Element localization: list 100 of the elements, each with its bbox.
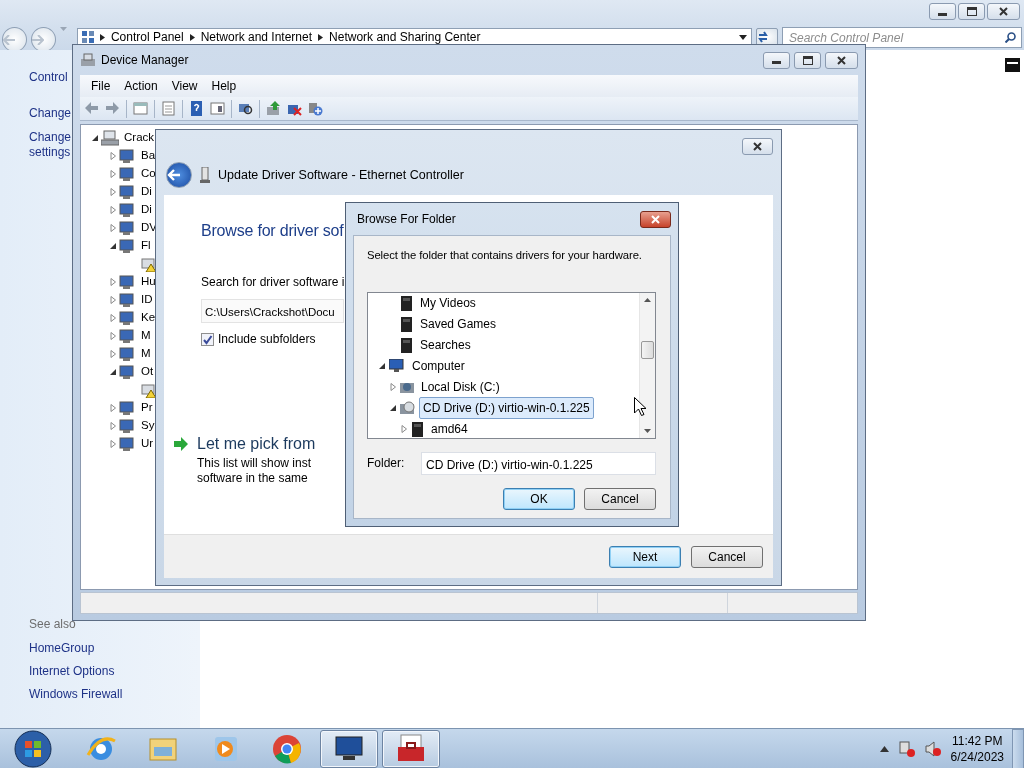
scrollbar[interactable]	[639, 292, 655, 438]
breadcrumb-link[interactable]: Network and Sharing Center	[329, 28, 481, 46]
sidebar-link[interactable]: Change settings	[29, 130, 73, 160]
clock-date[interactable]: 6/24/2023	[950, 748, 1004, 765]
tree-item[interactable]: Saved Games	[416, 313, 501, 336]
search-field[interactable]: Search Control Panel	[782, 27, 1022, 48]
expanded-arrow-icon[interactable]	[109, 242, 117, 250]
scroll-up-icon[interactable]	[644, 297, 651, 302]
collapsed-arrow-icon[interactable]	[109, 206, 117, 214]
tree-item[interactable]: CD Drive (D:) virtio-win-0.1.225	[419, 397, 594, 420]
show-hidden-icons[interactable]	[879, 745, 889, 752]
collapsed-arrow-icon[interactable]	[109, 422, 117, 430]
collapsed-arrow-icon[interactable]	[109, 188, 117, 196]
tree-item[interactable]: Ba	[141, 147, 156, 165]
dropdown-arrow-icon[interactable]	[739, 34, 748, 40]
scan-icon[interactable]	[238, 101, 253, 116]
tree-item[interactable]: My Videos	[416, 292, 480, 315]
arrow-icon	[173, 437, 189, 451]
tree-item[interactable]: Sy	[141, 417, 155, 435]
ok-button[interactable]: OK	[503, 487, 575, 510]
windows-logo-icon	[14, 729, 52, 768]
collapsed-arrow-icon[interactable]	[109, 224, 117, 232]
tree-item[interactable]: Fl	[141, 237, 151, 255]
tree-item[interactable]: Pr	[141, 399, 153, 417]
collapsed-arrow-icon[interactable]	[109, 296, 117, 304]
tree-item[interactable]: Di	[141, 201, 152, 219]
help-icon[interactable]	[189, 101, 204, 116]
sidebar-link[interactable]: Internet Options	[29, 664, 200, 679]
link-title[interactable]: Let me pick from	[197, 432, 316, 456]
scroll-down-icon[interactable]	[644, 428, 651, 433]
menu-item[interactable]: File	[84, 77, 118, 95]
breadcrumb-link[interactable]: Control Panel	[110, 28, 184, 46]
sidebar-link[interactable]: Control	[29, 70, 73, 85]
tree-item[interactable]: Hu	[141, 273, 156, 291]
tree-item[interactable]: Ur	[141, 435, 154, 453]
back-button[interactable]	[166, 162, 192, 188]
minimize-button[interactable]	[929, 3, 956, 20]
page-icon[interactable]	[161, 101, 176, 116]
expanded-arrow-icon[interactable]	[109, 368, 117, 376]
expanded-arrow-icon[interactable]	[378, 362, 386, 371]
close-button[interactable]	[825, 51, 858, 69]
menu-item[interactable]: View	[164, 77, 205, 95]
cancel-button[interactable]: Cancel	[691, 545, 763, 568]
close-icon	[999, 7, 1008, 16]
maximize-button[interactable]	[958, 3, 985, 20]
cancel-button[interactable]: Cancel	[584, 487, 656, 510]
update-icon[interactable]	[266, 101, 281, 116]
taskbar-button[interactable]	[382, 729, 440, 768]
close-button[interactable]	[987, 3, 1020, 20]
sidebar-link[interactable]: Change	[29, 106, 73, 121]
speaker-muted-icon[interactable]	[924, 740, 941, 757]
tree-item[interactable]: amd64	[427, 418, 472, 438]
tree-item[interactable]: Di	[141, 183, 152, 201]
breadcrumb-link[interactable]: Network and Internet	[200, 28, 313, 46]
forward-button[interactable]	[30, 27, 56, 52]
checkbox[interactable]	[201, 332, 214, 346]
collapsed-arrow-icon[interactable]	[109, 440, 117, 448]
collapsed-arrow-icon[interactable]	[109, 278, 117, 286]
menu-item[interactable]: Help	[204, 77, 244, 95]
network-icon[interactable]	[898, 740, 915, 757]
window-icon[interactable]	[210, 101, 225, 116]
scrollbar-thumb[interactable]	[641, 340, 654, 359]
tree-item[interactable]: Co	[141, 165, 156, 183]
add-icon[interactable]	[308, 101, 323, 116]
collapsed-arrow-icon[interactable]	[109, 170, 117, 178]
tree-item[interactable]: Searches	[416, 334, 475, 357]
collapsed-arrow-icon[interactable]	[109, 332, 117, 340]
collapsed-arrow-icon[interactable]	[109, 314, 117, 322]
collapsed-arrow-icon[interactable]	[389, 383, 397, 392]
tree-item[interactable]: Ot	[141, 363, 154, 381]
collapsed-arrow-icon[interactable]	[109, 404, 117, 412]
maximize-button[interactable]	[794, 51, 821, 69]
tree-item[interactable]: Local Disk (C:)	[417, 376, 504, 399]
minimize-button[interactable]	[763, 51, 790, 69]
clock-time[interactable]: 11:42 PM	[950, 732, 1004, 749]
tree-item[interactable]: Crack	[124, 129, 155, 147]
back-arrow-icon[interactable]	[84, 101, 99, 116]
checkbox-label[interactable]: Include subfolders	[218, 330, 316, 348]
collapsed-arrow-icon[interactable]	[109, 152, 117, 160]
tree-item[interactable]: M	[141, 327, 151, 345]
taskbar-button[interactable]	[320, 729, 378, 768]
close-button[interactable]	[640, 210, 671, 228]
folder-field[interactable]: CD Drive (D:) virtio-win-0.1.225	[421, 451, 656, 475]
expanded-arrow-icon[interactable]	[91, 134, 99, 142]
forward-arrow-icon[interactable]	[105, 101, 120, 116]
expanded-arrow-icon[interactable]	[389, 404, 397, 413]
next-button[interactable]: Next	[609, 545, 681, 568]
sidebar-link[interactable]: Windows Firewall	[29, 687, 200, 702]
tree-item[interactable]: Ke	[141, 309, 156, 327]
tree-item[interactable]: Computer	[408, 355, 469, 378]
collapsed-arrow-icon[interactable]	[400, 425, 408, 434]
close-button[interactable]	[742, 138, 773, 155]
tree-item[interactable]: ID	[141, 291, 153, 309]
show-desktop-button[interactable]	[1012, 728, 1024, 768]
collapsed-arrow-icon[interactable]	[109, 350, 117, 358]
device-icon	[119, 166, 136, 182]
sidebar-link[interactable]: HomeGroup	[29, 641, 200, 656]
tree-item[interactable]: M	[141, 345, 151, 363]
menu-item[interactable]: Action	[117, 77, 165, 95]
path-field[interactable]: C:\Users\Crackshot\Docu	[201, 299, 344, 323]
